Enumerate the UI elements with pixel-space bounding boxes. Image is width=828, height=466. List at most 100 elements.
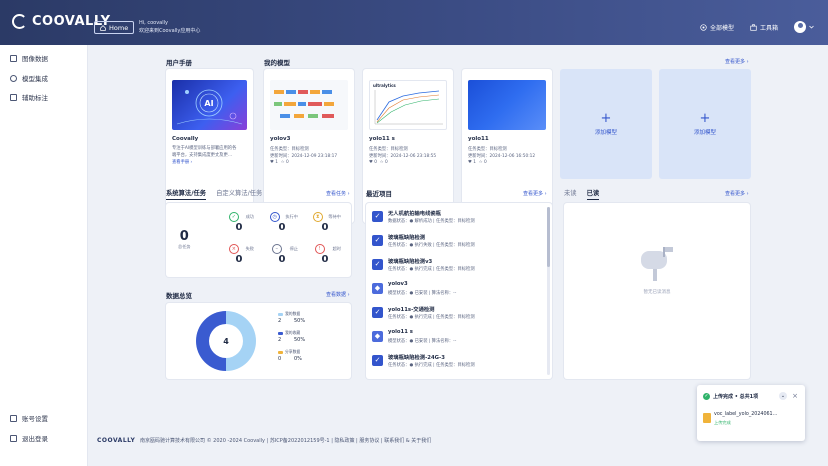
collapse-icon[interactable]: ⌄ — [779, 392, 787, 400]
sidebar-item-label: 账号设置 — [22, 415, 48, 423]
project-item[interactable]: ◆ yolov3 模型状态：● 已安装 | 算法名称：-- — [372, 279, 548, 301]
upload-toast: ✓ 上传完成 • 总共1项 ⌄ × voc_label_yolo_2024061… — [697, 385, 805, 441]
project-meta: 模型状态：● 已安装 | 算法名称：-- — [388, 291, 457, 296]
projects-more-link[interactable]: 查看更多 › — [523, 190, 547, 197]
stat-num: 0 — [321, 254, 329, 265]
project-item[interactable]: ✓ 无人机航拍输电线瓷瓶 数据状态：● 解析成功 | 任务类型：目标检测 — [372, 207, 548, 229]
toolbox-link[interactable]: 工具箱 — [750, 23, 778, 32]
data-more-link[interactable]: 查看数据 › — [326, 291, 350, 298]
models-more-link[interactable]: 查看更多 › — [725, 58, 749, 65]
check-icon: ✓ — [372, 259, 383, 270]
model-card-title: yolo11 s — [369, 136, 395, 142]
stat-label: 失败 — [245, 246, 254, 251]
stat-waiting[interactable]: ⧗ 等待中 0 — [309, 212, 341, 233]
model-card-title: yolo11 — [468, 136, 489, 142]
model-stats: ♥ 1 ☆ 0 — [468, 160, 487, 165]
svg-text:AI: AI — [204, 99, 213, 108]
task-tabs: 系统算法/任务 自定义算法/任务 — [166, 188, 262, 200]
legend-swatch — [278, 312, 283, 316]
total-tasks-label: 总任务 — [178, 244, 191, 249]
legend-swatch — [278, 331, 283, 335]
manual-section-title: 用户手册 — [166, 59, 192, 67]
sidebar-item-logout[interactable]: 退出登录 — [10, 433, 48, 443]
project-item[interactable]: ✓ yolo11s-交通检测 任务状态：● 执行完成 | 任务类型：目标检测 — [372, 303, 548, 325]
all-models-link[interactable]: 全部模型 — [700, 23, 734, 32]
greeting: Hi, coovally 欢迎来到Coovally应用中心 — [139, 19, 200, 35]
add-model-card[interactable]: + 添加模型 — [659, 69, 751, 179]
tab-unread[interactable]: 未读 — [564, 188, 577, 200]
project-name: yolov3 — [388, 281, 408, 287]
stat-stopped[interactable]: – 停止 0 — [266, 244, 298, 265]
stat-success[interactable]: ✓ 成功 0 — [224, 212, 254, 233]
legend-count: 2 — [278, 337, 282, 343]
clock-icon: ◷ — [269, 212, 280, 222]
toolbox-icon — [750, 23, 757, 31]
donut-center-value: 4 — [223, 337, 229, 346]
data-overview-card: 4 我的数据 2 50% 我的收藏 2 50% 分享数据 0 0% — [166, 303, 351, 379]
fav-count: 0 — [285, 160, 289, 165]
legend-count: 0 — [278, 356, 282, 362]
like-icon[interactable]: ♥ — [468, 160, 472, 165]
top-right-nav: 全部模型 工具箱 — [700, 21, 814, 33]
legend-label: 分享数据 — [278, 349, 300, 355]
star-icon[interactable]: ☆ — [479, 160, 483, 165]
model-integration-icon — [10, 74, 17, 82]
model-thumbnail: ultralytics — [369, 80, 447, 130]
task-stats-card: 0 总任务 ✓ 成功 0 ◷ 执行中 0 ⧗ 等待中 0 × 失败 0 – 停止… — [166, 203, 351, 277]
model-thumbnail — [270, 80, 348, 130]
timeout-icon: ! — [314, 244, 325, 254]
stat-running[interactable]: ◷ 执行中 0 — [266, 212, 298, 233]
model-updated-time: 更新时间：2024-12-06 23:18:55 — [369, 154, 437, 159]
model-card-title: yolov3 — [270, 136, 291, 142]
home-icon — [100, 24, 106, 31]
file-icon — [703, 413, 711, 423]
models-icon — [700, 23, 707, 31]
project-name: 玻璃瓶缺陷检测 — [388, 235, 426, 241]
like-icon[interactable]: ♥ — [270, 160, 274, 165]
sidebar-item-assisted-labeling[interactable]: 辅助标注 — [10, 92, 48, 102]
close-icon[interactable]: × — [791, 392, 799, 400]
tab-custom-tasks[interactable]: 自定义算法/任务 — [216, 188, 262, 200]
legend-row: 2 50% — [278, 337, 305, 343]
project-item[interactable]: ✓ 玻璃瓶缺陷检测v3 任务状态：● 执行完成 | 任务类型：目标检测 — [372, 255, 548, 277]
chevron-down-icon — [809, 25, 814, 29]
sidebar-item-image-data[interactable]: 图像数据 — [10, 53, 48, 63]
project-item[interactable]: ◆ yolo11 s 模型状态：● 已安装 | 算法名称：-- — [372, 327, 548, 349]
user-menu[interactable] — [794, 21, 814, 33]
plus-icon: + — [600, 110, 612, 126]
stat-label: 等待中 — [328, 214, 341, 219]
add-model-card[interactable]: + 添加模型 — [560, 69, 652, 179]
check-icon: ✓ — [372, 211, 383, 222]
logout-icon — [10, 434, 17, 442]
image-data-icon — [10, 54, 17, 62]
tab-read[interactable]: 已读 — [586, 188, 600, 200]
like-icon[interactable]: ♥ — [369, 160, 373, 165]
messages-more-link[interactable]: 查看更多 › — [725, 190, 749, 197]
model-card[interactable]: yolo11 任务类型：目标检测 更新时间：2024-12-06 16:50:1… — [462, 69, 552, 223]
stat-timeout[interactable]: ! 超时 0 — [309, 244, 341, 265]
empty-message-text: 暂无已读消息 — [643, 290, 671, 295]
footer-text[interactable]: 南京瓯码驰计算技术有限公司 © 2020 -2024 Coovally | 苏I… — [140, 438, 431, 444]
stat-failed[interactable]: × 失败 0 — [224, 244, 254, 265]
greeting-hi: Hi, coovally — [139, 20, 168, 26]
all-models-label: 全部模型 — [709, 24, 734, 32]
check-icon: ✓ — [228, 212, 239, 222]
architecture-diagram-icon — [274, 90, 334, 118]
star-icon[interactable]: ☆ — [380, 160, 384, 165]
tab-system-tasks[interactable]: 系统算法/任务 — [166, 188, 207, 200]
model-card[interactable]: ultralytics yolo11 s 任务类型：目标检测 更新时间：2024… — [363, 69, 453, 223]
messages-card: 暂无已读消息 — [564, 203, 750, 379]
sidebar-item-account-settings[interactable]: 账号设置 — [10, 413, 48, 423]
manual-link[interactable]: 查看手册 › — [172, 159, 192, 165]
projects-section-title: 最近项目 — [366, 190, 392, 198]
star-icon[interactable]: ☆ — [281, 160, 285, 165]
model-card[interactable]: yolov3 任务类型：目标检测 更新时间：2024-12-09 23:18:1… — [264, 69, 354, 223]
project-item[interactable]: ✓ 玻璃瓶缺陷检测 任务状态：● 执行失败 | 任务类型：目标检测 — [372, 231, 548, 253]
tasks-more-link[interactable]: 查看任务 › — [326, 190, 350, 197]
legend-percent: 50% — [294, 318, 306, 324]
footer: COOVALLY 南京瓯码驰计算技术有限公司 © 2020 -2024 Coov… — [97, 437, 431, 444]
home-button[interactable]: Home — [94, 21, 135, 34]
upload-file-name: voc_label_yolo_2024061… — [714, 412, 778, 417]
project-item[interactable]: ✓ 玻璃瓶缺陷检测-24G-3 任务状态：● 执行完成 | 任务类型：目标检测 — [372, 351, 548, 373]
sidebar-item-model-integration[interactable]: 模型集成 — [10, 73, 48, 83]
